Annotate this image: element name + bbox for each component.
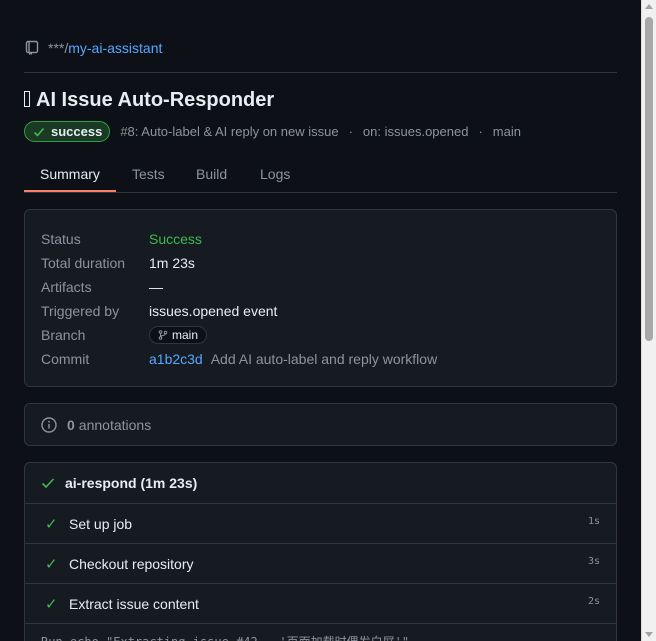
repo-icon [25, 40, 39, 55]
job-title: ai-respond (1m 23s) [65, 475, 198, 491]
separator: · [348, 124, 353, 139]
run-branch[interactable]: main [493, 124, 521, 139]
artifacts-row: Artifacts — [41, 277, 163, 297]
scrollbar-thumb[interactable] [645, 17, 653, 341]
step-duration: 3s [587, 556, 600, 567]
commit-sha-link[interactable]: a1b2c3d [149, 351, 203, 367]
status-label: Status [41, 231, 81, 247]
step-log-line: Run echo "Extracting issue #42 — '页面加载时偶… [41, 633, 409, 641]
repo-breadcrumb: ***/my-ai-assistant [24, 38, 162, 58]
summary-card: Status Success Total duration 1m 23s Art… [24, 209, 617, 387]
duration-label: Total duration [41, 255, 126, 271]
repo-name-link[interactable]: my-ai-assistant [68, 40, 162, 56]
artifacts-label: Artifacts [41, 279, 92, 295]
tab-summary[interactable]: Summary [24, 156, 116, 192]
tab-tests[interactable]: Tests [116, 156, 181, 192]
job-header[interactable]: ai-respond (1m 23s) [25, 463, 616, 504]
check-icon [33, 127, 45, 137]
status-badge-text: success [51, 124, 103, 139]
workflow-title-text: AI Issue Auto-Responder [36, 89, 275, 111]
step-name: Extract issue content [69, 595, 199, 612]
branch-value: main [172, 328, 199, 342]
run-trigger: on: issues.opened [362, 124, 469, 139]
triggered-value: issues.opened event [149, 303, 278, 319]
annotations-card[interactable]: 0 annotations [24, 403, 617, 446]
step-duration: 2s [587, 596, 600, 607]
status-value: Success [149, 231, 202, 247]
step-check-icon: ✓ [45, 595, 58, 613]
info-icon [41, 416, 57, 433]
repo-owner[interactable]: ***/ [48, 40, 68, 56]
triggered-row: Triggered by issues.opened event [41, 301, 277, 321]
git-branch-icon [158, 330, 168, 340]
branch-label: Branch [41, 327, 86, 343]
workflow-run-page: ***/my-ai-assistant AI Issue Auto-Respon… [0, 0, 656, 641]
duration-row: Total duration 1m 23s [41, 253, 195, 273]
tab-bar: Summary Tests Build Logs [24, 156, 617, 193]
job-step[interactable]: ✓ Checkout repository 3s [25, 544, 616, 584]
workflow-icon [24, 91, 30, 107]
vertical-scrollbar[interactable] [641, 0, 656, 641]
run-description: #8: Auto-label & AI reply on new issue [120, 124, 339, 139]
status-row: Status Success [41, 229, 202, 249]
artifacts-value: — [149, 279, 163, 295]
triggered-label: Triggered by [41, 303, 120, 319]
annotations-count: 0 [67, 416, 75, 433]
annotations-label: annotations [78, 416, 152, 433]
run-meta: success #8: Auto-label & AI reply on new… [24, 121, 521, 142]
scroll-down-arrow-icon[interactable] [645, 632, 653, 637]
job-step[interactable]: ✓ Set up job 1s [25, 504, 616, 544]
commit-message: Add AI auto-label and reply workflow [210, 351, 438, 367]
header-divider [24, 72, 617, 73]
scroll-up-arrow-icon[interactable] [645, 4, 653, 9]
branch-row: Branch main [41, 325, 208, 345]
duration-value: 1m 23s [149, 255, 195, 271]
step-duration: 1s [587, 516, 600, 527]
separator: · [478, 124, 483, 139]
branch-pill[interactable]: main [149, 326, 208, 344]
commit-label: Commit [41, 351, 90, 367]
workflow-title: AI Issue Auto-Responder [24, 89, 274, 112]
status-badge: success [24, 121, 111, 142]
check-icon [41, 478, 55, 489]
tab-logs[interactable]: Logs [244, 156, 306, 192]
tab-build[interactable]: Build [180, 156, 243, 192]
step-name: Set up job [69, 515, 133, 532]
step-check-icon: ✓ [45, 515, 58, 533]
step-check-icon: ✓ [45, 555, 58, 573]
step-name: Checkout repository [69, 555, 194, 572]
job-card: ai-respond (1m 23s) ✓ Set up job 1s ✓ Ch… [24, 462, 617, 641]
commit-row: Commit a1b2c3d Add AI auto-label and rep… [41, 349, 437, 369]
job-step[interactable]: ✓ Extract issue content 2s [25, 584, 616, 624]
